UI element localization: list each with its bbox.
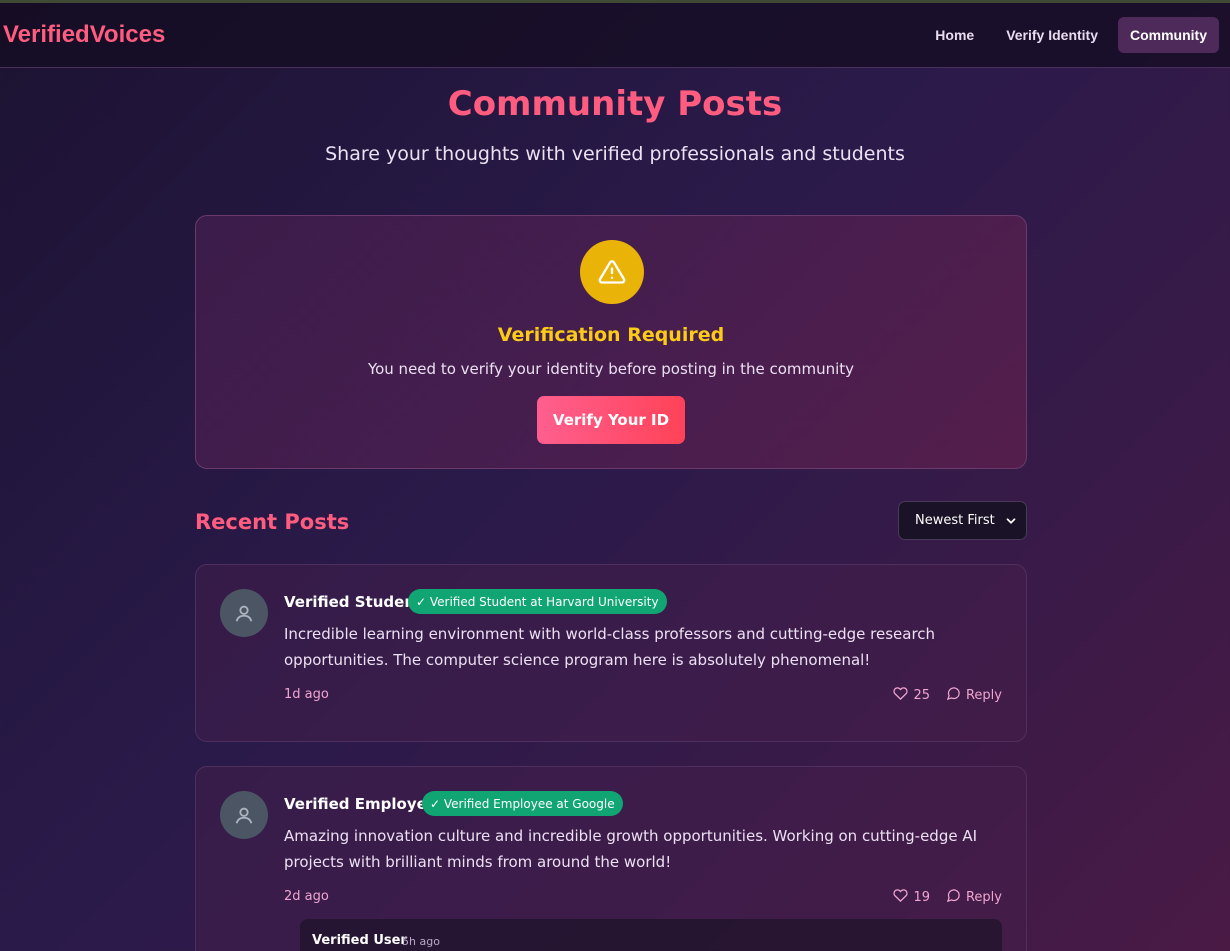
verification-card: Verification Required You need to verify…	[195, 215, 1027, 469]
page-subtitle: Share your thoughts with verified profes…	[325, 143, 905, 165]
reply-item: Verified User 5h ago	[300, 919, 1002, 951]
verified-badge: ✓ Verified Student at Harvard University	[408, 589, 667, 614]
reply-label: Reply	[965, 890, 1002, 905]
chevron-down-icon	[1004, 514, 1018, 532]
post-timestamp: 2d ago	[284, 889, 329, 904]
warning-icon	[580, 240, 644, 304]
post-card: Verified Employee ✓ Verified Employee at…	[195, 766, 1027, 951]
verification-text: You need to verify your identity before …	[367, 360, 855, 378]
comment-icon	[946, 686, 961, 705]
verify-id-button[interactable]: Verify Your ID	[537, 396, 685, 444]
reply-author: Verified User	[312, 933, 407, 948]
like-button[interactable]: 25	[893, 686, 930, 705]
comment-icon	[946, 888, 961, 907]
heart-icon	[893, 686, 909, 705]
reply-label: Reply	[965, 688, 1002, 703]
nav-community[interactable]: Community	[1118, 17, 1219, 53]
brand-logo[interactable]: VerifiedVoices	[3, 21, 165, 49]
post-author: Verified Student	[284, 593, 423, 611]
post-card: Verified Student ✓ Verified Student at H…	[195, 564, 1027, 742]
post-author: Verified Employee	[284, 795, 437, 813]
nav-verify-identity[interactable]: Verify Identity	[994, 17, 1110, 53]
reply-button[interactable]: Reply	[946, 888, 1002, 907]
like-count: 19	[913, 890, 930, 905]
sort-select-value: Newest First	[915, 513, 995, 528]
nav-home[interactable]: Home	[923, 17, 986, 53]
avatar[interactable]	[220, 791, 268, 839]
post-body: Amazing innovation culture and incredibl…	[284, 827, 978, 871]
post-actions: 19 Reply	[893, 888, 1002, 907]
like-button[interactable]: 19	[893, 888, 930, 907]
recent-posts-heading: Recent Posts	[195, 510, 350, 534]
verification-title: Verification Required	[497, 324, 725, 346]
reply-button[interactable]: Reply	[946, 686, 1002, 705]
page-title: Community Posts	[447, 84, 783, 124]
heart-icon	[893, 888, 909, 907]
sort-select[interactable]: Newest First	[898, 501, 1027, 540]
post-body: Incredible learning environment with wor…	[284, 625, 936, 669]
reply-timestamp: 5h ago	[402, 935, 440, 948]
avatar[interactable]	[220, 589, 268, 637]
verified-badge: ✓ Verified Employee at Google	[422, 791, 623, 816]
like-count: 25	[913, 688, 930, 703]
top-navbar: VerifiedVoices Home Verify Identity Comm…	[0, 3, 1230, 68]
main-nav: Home Verify Identity Community	[923, 17, 1219, 53]
post-timestamp: 1d ago	[284, 687, 329, 702]
post-actions: 25 Reply	[893, 686, 1002, 705]
